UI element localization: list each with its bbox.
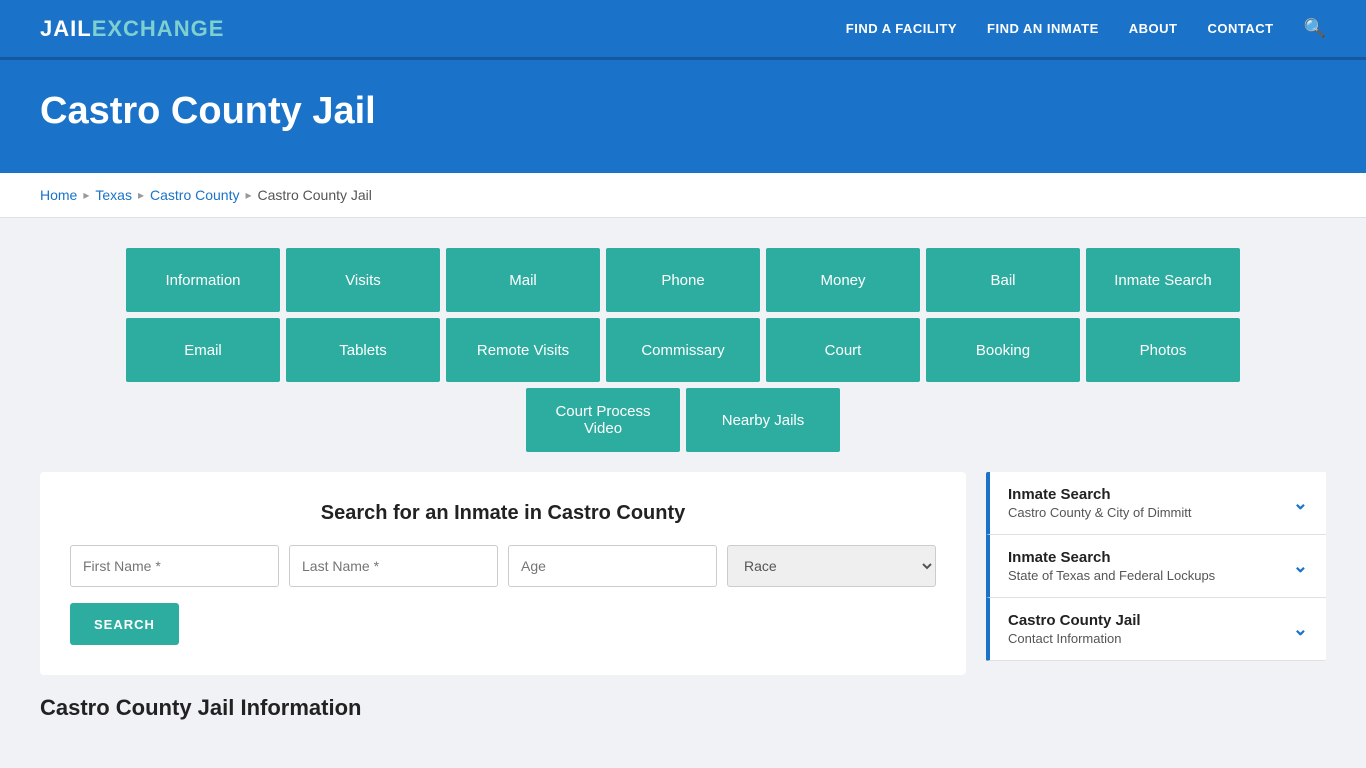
breadcrumb: Home ▸ Texas ▸ Castro County ▸ Castro Co… <box>0 173 1366 218</box>
breadcrumb-sep-2: ▸ <box>138 188 144 202</box>
logo[interactable]: JAILEXCHANGE <box>40 16 224 42</box>
header: JAILEXCHANGE FIND A FACILITY FIND AN INM… <box>0 0 1366 60</box>
nav-find-inmate[interactable]: FIND AN INMATE <box>987 21 1099 36</box>
first-name-input[interactable] <box>70 545 279 587</box>
breadcrumb-home[interactable]: Home <box>40 187 77 203</box>
breadcrumb-castro-county[interactable]: Castro County <box>150 187 239 203</box>
grid-btn-commissary[interactable]: Commissary <box>606 318 760 382</box>
two-col-layout: Search for an Inmate in Castro County Ra… <box>40 472 1326 675</box>
panel-title-1: Inmate Search <box>1008 549 1215 566</box>
chevron-icon-2: ⌄ <box>1293 619 1308 640</box>
grid-btn-remote-visits[interactable]: Remote Visits <box>446 318 600 382</box>
grid-btn-mail[interactable]: Mail <box>446 248 600 312</box>
search-icon-button[interactable]: 🔍 <box>1304 18 1326 39</box>
grid-btn-bail[interactable]: Bail <box>926 248 1080 312</box>
grid-btn-information[interactable]: Information <box>126 248 280 312</box>
sidebar-panel-0[interactable]: Inmate Search Castro County & City of Di… <box>986 472 1326 535</box>
chevron-icon-1: ⌄ <box>1293 556 1308 577</box>
grid-btn-money[interactable]: Money <box>766 248 920 312</box>
grid-btn-booking[interactable]: Booking <box>926 318 1080 382</box>
panel-subtitle-2: Contact Information <box>1008 631 1141 646</box>
inmate-search-box: Search for an Inmate in Castro County Ra… <box>40 472 966 675</box>
panel-title-2: Castro County Jail <box>1008 612 1141 629</box>
breadcrumb-sep-3: ▸ <box>245 188 251 202</box>
sidebar-panels: Inmate Search Castro County & City of Di… <box>986 472 1326 661</box>
breadcrumb-sep-1: ▸ <box>83 188 89 202</box>
grid-btn-inmate-search[interactable]: Inmate Search <box>1086 248 1240 312</box>
sidebar-panel-2[interactable]: Castro County Jail Contact Information ⌄ <box>986 598 1326 661</box>
age-input[interactable] <box>508 545 717 587</box>
grid-btn-nearby-jails[interactable]: Nearby Jails <box>686 388 840 452</box>
breadcrumb-current: Castro County Jail <box>258 187 372 203</box>
panel-subtitle-1: State of Texas and Federal Lockups <box>1008 568 1215 583</box>
logo-exchange: EXCHANGE <box>92 16 225 41</box>
section-title: Castro County Jail Information <box>40 695 1326 721</box>
grid-btn-visits[interactable]: Visits <box>286 248 440 312</box>
grid-btn-court[interactable]: Court <box>766 318 920 382</box>
panel-title-0: Inmate Search <box>1008 486 1192 503</box>
hero-banner: Castro County Jail <box>0 60 1366 173</box>
grid-row-1: InformationVisitsMailPhoneMoneyBailInmat… <box>126 248 1240 312</box>
page-title: Castro County Jail <box>40 90 1326 133</box>
search-fields: RaceWhiteBlackHispanicAsianOther <box>70 545 936 587</box>
race-select[interactable]: RaceWhiteBlackHispanicAsianOther <box>727 545 936 587</box>
last-name-input[interactable] <box>289 545 498 587</box>
grid-btn-tablets[interactable]: Tablets <box>286 318 440 382</box>
nav-contact[interactable]: CONTACT <box>1207 21 1273 36</box>
nav-about[interactable]: ABOUT <box>1129 21 1178 36</box>
nav-find-facility[interactable]: FIND A FACILITY <box>846 21 957 36</box>
main-nav: FIND A FACILITY FIND AN INMATE ABOUT CON… <box>846 18 1326 39</box>
search-title: Search for an Inmate in Castro County <box>70 502 936 525</box>
grid-row-3: Court Process VideoNearby Jails <box>526 388 840 452</box>
grid-btn-phone[interactable]: Phone <box>606 248 760 312</box>
logo-jail: JAIL <box>40 16 92 41</box>
grid-btn-court-process-video[interactable]: Court Process Video <box>526 388 680 452</box>
grid-btn-email[interactable]: Email <box>126 318 280 382</box>
search-button[interactable]: SEARCH <box>70 603 179 645</box>
category-grid: InformationVisitsMailPhoneMoneyBailInmat… <box>40 248 1326 452</box>
sidebar-panel-1[interactable]: Inmate Search State of Texas and Federal… <box>986 535 1326 598</box>
main-section: InformationVisitsMailPhoneMoneyBailInmat… <box>0 218 1366 751</box>
chevron-icon-0: ⌄ <box>1293 493 1308 514</box>
panel-subtitle-0: Castro County & City of Dimmitt <box>1008 505 1192 520</box>
grid-row-2: EmailTabletsRemote VisitsCommissaryCourt… <box>126 318 1240 382</box>
grid-btn-photos[interactable]: Photos <box>1086 318 1240 382</box>
breadcrumb-texas[interactable]: Texas <box>95 187 132 203</box>
